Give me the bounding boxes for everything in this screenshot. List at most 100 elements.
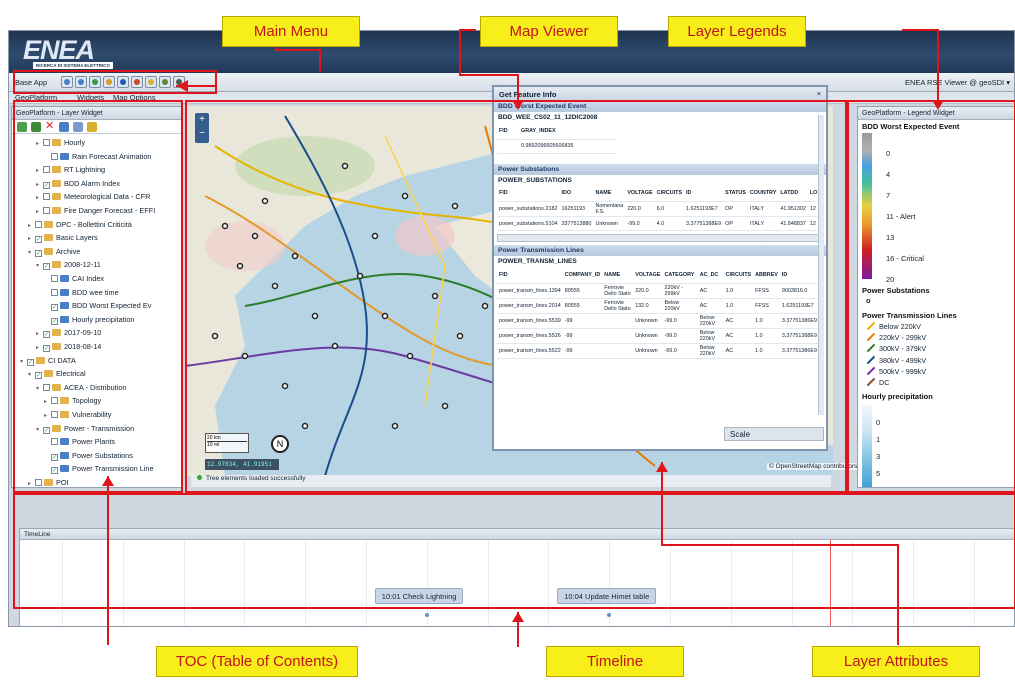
layer-checkbox[interactable] — [51, 397, 58, 405]
edit-icon[interactable] — [73, 122, 83, 132]
tree-item[interactable]: ▸ POI — [28, 478, 69, 487]
layer-checkbox[interactable]: ✓ — [35, 249, 42, 257]
column-header[interactable]: FID — [497, 185, 560, 202]
layer-checkbox[interactable] — [43, 207, 50, 214]
layer-checkbox[interactable] — [43, 193, 50, 201]
column-header[interactable]: AC_DC — [697, 267, 724, 284]
save-icon[interactable] — [59, 122, 69, 132]
tree-item[interactable]: Rain Forecast Animation — [44, 152, 152, 164]
layer-checkbox[interactable]: ✓ — [43, 263, 50, 271]
tree-item[interactable]: BDD wee time — [44, 288, 119, 300]
print-icon[interactable] — [159, 76, 171, 88]
layer-checkbox[interactable] — [51, 411, 58, 418]
pan-icon[interactable] — [103, 76, 115, 88]
bdd-section-header[interactable]: BDD Worst Expected Event — [494, 101, 826, 112]
zoom-out-button[interactable]: − — [195, 127, 209, 141]
tree-expander-icon[interactable]: ▸ — [44, 398, 51, 405]
table-row[interactable]: power_transm_lines.5526 -99 Unknown -99.0 Be… — [497, 328, 819, 344]
tree-item[interactable]: ✓ BDD Worst Expected Ev — [44, 301, 151, 313]
tree-item[interactable]: ▾ ✓ 2008-12-11 — [36, 260, 101, 272]
tree-item[interactable]: ▸ ✓ BDD Alarm Index — [36, 179, 120, 191]
layer-checkbox[interactable]: ✓ — [51, 317, 58, 325]
column-header[interactable]: ABBREV — [753, 267, 780, 284]
layer-checkbox[interactable] — [51, 275, 58, 282]
layer-checkbox[interactable] — [35, 479, 42, 486]
column-header[interactable]: CIRCUITS — [723, 267, 754, 284]
column-header[interactable]: VOLTAGE — [633, 267, 663, 284]
menu-map-options[interactable]: Map Options — [113, 93, 156, 102]
layer-checkbox[interactable]: ✓ — [51, 453, 58, 461]
tree-item[interactable]: ▸ Meteorological Data - CFR — [36, 192, 150, 204]
column-header[interactable]: NAME — [602, 267, 634, 284]
tree-expander-icon[interactable]: ▸ — [36, 140, 43, 147]
column-header[interactable]: CATEGORY — [662, 267, 698, 284]
tree-item[interactable]: ▸ ✓ 2018-08-14 — [36, 342, 101, 354]
tree-expander-icon[interactable]: ▾ — [28, 249, 35, 256]
column-header[interactable]: FID — [497, 123, 519, 140]
tree-item[interactable]: ▾ ✓ Archive — [28, 247, 80, 259]
feature-info-v-scrollbar[interactable] — [818, 115, 824, 415]
layer-checkbox[interactable]: ✓ — [43, 345, 50, 352]
layer-checkbox[interactable] — [51, 152, 58, 160]
tree-expander-icon[interactable]: ▾ — [36, 385, 43, 392]
tree-item[interactable]: ▸ ✓ 2017-09-10 — [36, 328, 101, 340]
zoom-in-button[interactable]: + — [195, 113, 209, 127]
tree-expander-icon[interactable]: ▸ — [28, 222, 35, 229]
layer-checkbox[interactable] — [51, 288, 58, 296]
add-layer-icon[interactable] — [17, 122, 27, 132]
tree-item[interactable]: ✓ Power Substations — [44, 451, 133, 463]
export-icon[interactable] — [87, 122, 97, 132]
tree-expander-icon[interactable]: ▸ — [36, 167, 43, 174]
table-row[interactable]: power_substations.2182 16251193 Nomentana … — [497, 201, 820, 217]
tree-item[interactable]: ▾ ✓ CI DATA — [20, 356, 76, 368]
column-header[interactable]: COUNTRY — [747, 185, 779, 202]
column-header[interactable]: NAME — [593, 185, 626, 202]
layer-checkbox[interactable]: ✓ — [35, 236, 42, 244]
tree-expander-icon[interactable]: ▸ — [36, 208, 43, 215]
layer-checkbox[interactable] — [43, 383, 50, 391]
tree-item[interactable]: ✓ Hourly precipitation — [44, 315, 134, 327]
column-header[interactable]: ID — [684, 185, 724, 202]
tree-expander-icon[interactable]: ▸ — [36, 194, 43, 201]
tree-item[interactable]: ▸ Topology — [44, 396, 101, 408]
tree-item[interactable]: CAI Index — [44, 274, 104, 286]
tree-expander-icon[interactable]: ▸ — [28, 235, 35, 242]
tree-expander-icon[interactable]: ▸ — [36, 344, 43, 351]
lines-section-header[interactable]: Power Transmission Lines — [494, 245, 826, 256]
layer-checkbox[interactable]: ✓ — [35, 372, 42, 380]
tree-item[interactable]: ▸ Hourly — [36, 138, 85, 150]
layer-checkbox[interactable] — [43, 166, 50, 174]
tree-expander-icon[interactable]: ▸ — [44, 412, 51, 419]
timeline-event-marker[interactable] — [424, 613, 429, 617]
tree-item[interactable]: Power Plants — [44, 437, 115, 449]
tree-expander-icon[interactable]: ▾ — [28, 371, 35, 378]
column-header[interactable]: GRAY_INDEX — [519, 123, 617, 140]
tree-item[interactable]: ▸ Vulnerability — [44, 410, 111, 422]
table-row[interactable]: power_transm_lines.2014 80555 Ferrovie Del… — [497, 298, 819, 314]
layer-checkbox[interactable]: ✓ — [43, 426, 50, 434]
close-icon[interactable]: × — [817, 89, 821, 98]
info-icon[interactable] — [117, 76, 129, 88]
column-header[interactable]: CIRCUITS — [654, 185, 685, 202]
tree-item[interactable]: ▸ ✓ Basic Layers — [28, 233, 98, 245]
timeline-event-marker[interactable] — [607, 613, 612, 617]
menu-geoplatform[interactable]: GeoPlatform — [15, 93, 57, 102]
tree-expander-icon[interactable]: ▸ — [36, 181, 43, 188]
table-row[interactable]: power_transm_lines.5522 -99 Unknown -99.0 Be… — [497, 343, 819, 359]
zoom-control[interactable]: + − — [195, 113, 209, 143]
layer-checkbox[interactable]: ✓ — [43, 331, 50, 339]
layer-checkbox[interactable]: ✓ — [51, 467, 58, 475]
tree-expander-icon[interactable]: ▾ — [20, 358, 27, 365]
tree-item[interactable]: ▸ Fire Danger Forecast - EFFI — [36, 206, 155, 218]
layer-checkbox[interactable]: ✓ — [27, 358, 34, 366]
tree-item[interactable]: ✓ Power Transmission Line — [44, 464, 154, 476]
tree-item[interactable]: ▸ DPC - Bollettini Criticità — [28, 220, 132, 232]
tree-expander-icon[interactable]: ▾ — [36, 262, 43, 269]
column-header[interactable]: VOLTAGE — [625, 185, 655, 202]
layer-checkbox[interactable] — [43, 139, 50, 146]
tree-item[interactable]: ▾ ✓ Power - Transmission — [36, 424, 134, 436]
tree-item[interactable]: ▾ ACEA - Distribution — [36, 383, 126, 395]
user-menu[interactable]: ENEA RSE Viewer @ geoSDI ▾ — [905, 78, 1010, 87]
tree-item[interactable]: ▸ RT Lightning — [36, 165, 105, 177]
map-attribution[interactable]: © OpenStreetMap contributors — [767, 463, 860, 470]
